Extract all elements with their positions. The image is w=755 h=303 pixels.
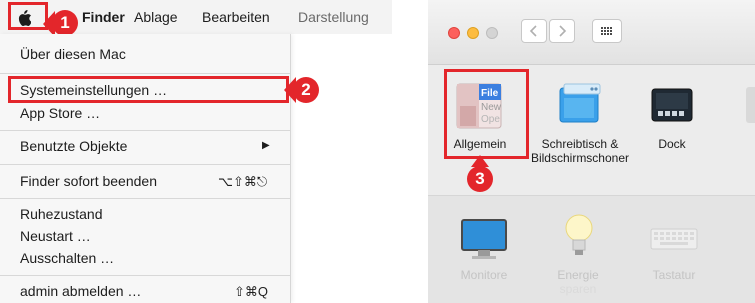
menu-item-force-quit[interactable]: Finder sofort beenden bbox=[20, 173, 157, 189]
pref-sublabel-energy: sparen bbox=[559, 282, 597, 296]
menu-item-app-store[interactable]: App Store … bbox=[20, 105, 100, 121]
pref-label-desktop-line1: Schreibtisch & bbox=[541, 137, 619, 151]
pref-label-monitors: Monitore bbox=[460, 268, 508, 282]
menu-separator bbox=[0, 164, 290, 165]
menu-item-logout[interactable]: admin abmelden … bbox=[20, 283, 141, 299]
desktop-screensaver-icon[interactable] bbox=[558, 82, 602, 126]
menu-item-shutdown[interactable]: Ausschalten … bbox=[20, 250, 114, 266]
menu-item-about[interactable]: Über diesen Mac bbox=[20, 46, 126, 62]
dock-icon[interactable] bbox=[650, 87, 694, 123]
general-highlight bbox=[444, 69, 529, 159]
menu-separator bbox=[0, 275, 290, 276]
back-chevron-icon bbox=[529, 25, 537, 37]
preferences-row-hardware: Monitore Energie sparen Tastatur bbox=[428, 195, 755, 303]
forward-chevron-icon bbox=[559, 25, 567, 37]
minimize-button[interactable] bbox=[467, 27, 479, 39]
close-button[interactable] bbox=[448, 27, 460, 39]
menu-item-recent-items[interactable]: Benutzte Objekte bbox=[20, 138, 127, 154]
callout-2: 2 bbox=[293, 77, 319, 103]
keyboard-icon[interactable] bbox=[650, 228, 698, 250]
zoom-button[interactable] bbox=[486, 27, 498, 39]
monitor-icon[interactable] bbox=[460, 218, 508, 262]
submenu-arrow-icon: ▶ bbox=[262, 140, 270, 151]
system-preferences-highlight bbox=[8, 76, 289, 103]
grid-icon bbox=[601, 27, 612, 35]
logout-shortcut: ⇧⌘Q bbox=[234, 284, 269, 299]
callout-1: 1 bbox=[52, 10, 78, 36]
back-button[interactable] bbox=[521, 19, 547, 43]
apple-menu-highlight bbox=[8, 2, 48, 30]
force-quit-shortcut: ⌥⇧⌘⎋ bbox=[218, 174, 268, 189]
window-toolbar bbox=[428, 0, 755, 65]
forward-button[interactable] bbox=[549, 19, 575, 43]
pref-label-keyboard: Tastatur bbox=[652, 268, 696, 282]
lightbulb-icon[interactable] bbox=[564, 212, 594, 260]
partial-pref-icon bbox=[746, 87, 755, 123]
show-all-button[interactable] bbox=[592, 19, 622, 43]
menubar-finder[interactable]: Finder bbox=[82, 9, 125, 25]
apple-menu: Über diesen Mac Systemeinstellungen … Ap… bbox=[0, 34, 291, 303]
callout-3: 3 bbox=[467, 166, 493, 192]
menubar-darstellung[interactable]: Darstellung bbox=[298, 9, 369, 25]
menu-item-sleep[interactable]: Ruhezustand bbox=[20, 206, 103, 222]
menu-separator bbox=[0, 198, 290, 199]
pref-label-energy: Energie bbox=[557, 268, 599, 282]
menubar-ablage[interactable]: Ablage bbox=[134, 9, 178, 25]
menu-separator bbox=[0, 73, 290, 74]
pref-label-desktop-line2: Bildschirmschoner bbox=[530, 151, 630, 165]
menu-item-restart[interactable]: Neustart … bbox=[20, 228, 91, 244]
pref-label-dock: Dock bbox=[658, 137, 686, 151]
menubar-bearbeiten[interactable]: Bearbeiten bbox=[202, 9, 270, 25]
menu-separator bbox=[0, 130, 290, 131]
